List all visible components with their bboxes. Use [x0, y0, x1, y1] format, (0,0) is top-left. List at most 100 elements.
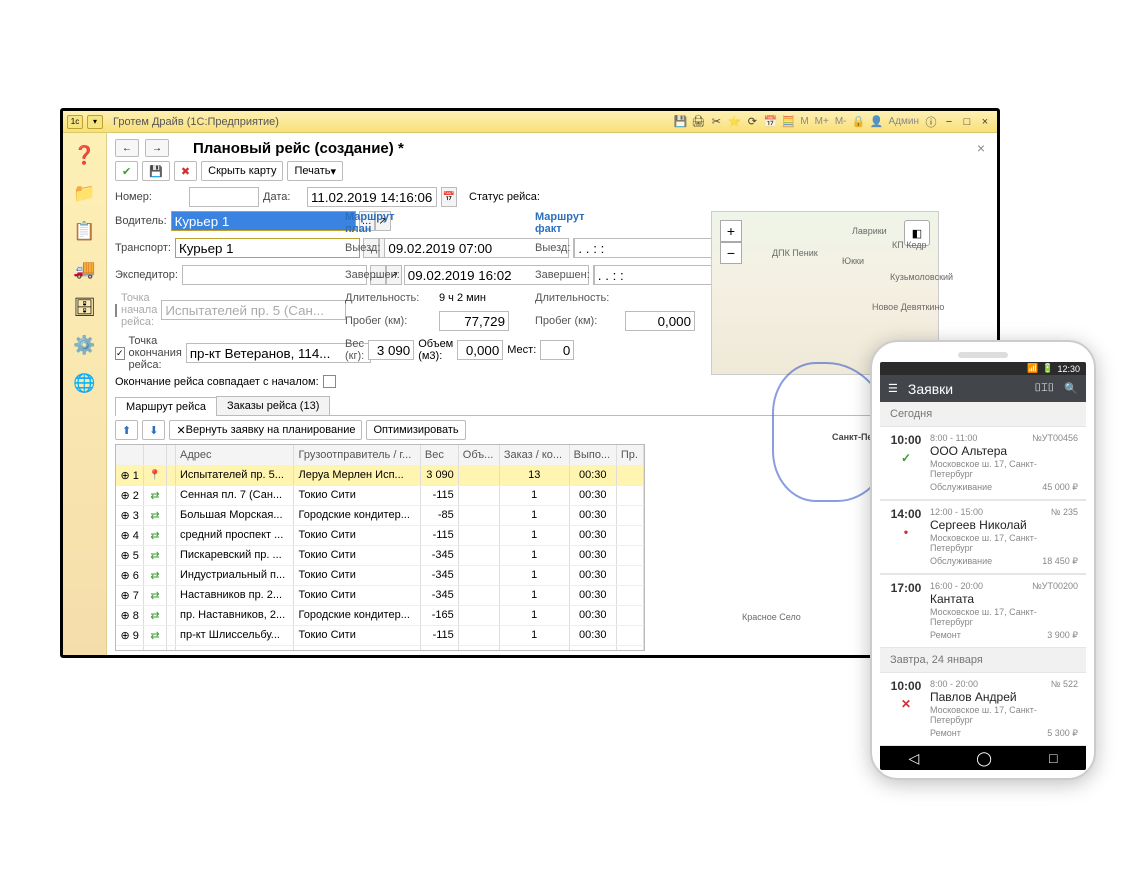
signal-icon: 📶: [1027, 363, 1038, 374]
number-field[interactable]: [189, 187, 259, 207]
request-card[interactable]: 10:00✓8:00 - 11:00№УТ00456ООО АльтераМос…: [880, 426, 1086, 500]
fact-mileage-field[interactable]: [625, 311, 695, 331]
start-point-field[interactable]: [161, 300, 346, 320]
request-card[interactable]: 17:0016:00 - 20:00№УТ00200КантатаМосковс…: [880, 574, 1086, 648]
table-row[interactable]: ⊕ 5⇄Пискаревский пр. ...Токио Сити-34510…: [116, 545, 644, 565]
refresh-icon[interactable]: ⟳: [744, 114, 760, 130]
nav-back-icon[interactable]: ◁: [909, 750, 920, 767]
route-arrow-icon: ⇄: [150, 490, 159, 502]
route-arrow-icon: ⇄: [150, 590, 159, 602]
route-table[interactable]: АдресГрузоотправитель / г...ВесОбъ...Зак…: [115, 444, 645, 651]
maximize-icon[interactable]: □: [959, 114, 975, 130]
table-row[interactable]: ⊕ 4⇄средний проспект ...Токио Сити-11510…: [116, 525, 644, 545]
table-header[interactable]: Выпо...: [569, 445, 616, 465]
nav-recent-icon[interactable]: □: [1049, 750, 1057, 766]
transport-field[interactable]: [175, 238, 360, 258]
nav-back-button[interactable]: ←: [115, 139, 139, 157]
calendar-icon[interactable]: 📅: [762, 114, 778, 130]
battery-icon: 🔋: [1042, 363, 1053, 374]
date-picker-icon[interactable]: 📅: [441, 187, 457, 207]
memory-m[interactable]: M: [798, 116, 810, 127]
table-header[interactable]: Объ...: [458, 445, 499, 465]
link-icon[interactable]: ⭐: [726, 114, 742, 130]
request-card[interactable]: 14:00•12:00 - 15:00№ 235Сергеев НиколайМ…: [880, 500, 1086, 574]
save-button[interactable]: 💾: [142, 161, 170, 181]
gear-icon[interactable]: ⚙️: [71, 331, 99, 359]
app-menu-button[interactable]: 1c: [67, 115, 83, 129]
table-row[interactable]: ⊕ 1⇄Славы пр. 15 (Сан...Городские кондит…: [116, 645, 644, 651]
status-icon: ✓: [901, 451, 911, 465]
phone-section-header: Сегодня: [880, 402, 1086, 426]
memory-mplus[interactable]: M+: [813, 116, 831, 127]
memory-mminus[interactable]: M-: [833, 116, 849, 127]
tab-orders[interactable]: Заказы рейса (13): [216, 396, 330, 415]
map-label: Юкки: [842, 256, 864, 266]
end-matches-start-checkbox[interactable]: [323, 375, 336, 388]
hamburger-icon[interactable]: ☰: [888, 382, 898, 395]
lock-icon[interactable]: 🔒: [851, 114, 867, 130]
app-dropdown-button[interactable]: ▾: [87, 115, 103, 129]
route-arrow-icon: ⇄: [150, 530, 159, 542]
close-tab-icon[interactable]: ×: [973, 140, 989, 156]
tab-route[interactable]: Маршрут рейса: [115, 397, 217, 416]
net-icon[interactable]: 🌐: [71, 369, 99, 397]
start-point-checkbox[interactable]: [115, 304, 117, 317]
date-field[interactable]: [307, 187, 437, 207]
driver-label: Водитель:: [115, 215, 167, 227]
table-header[interactable]: [116, 445, 144, 465]
truck-icon[interactable]: 🚚: [71, 255, 99, 283]
folder-icon[interactable]: 📁: [71, 179, 99, 207]
table-header[interactable]: [166, 445, 175, 465]
calc-icon[interactable]: 🧮: [780, 114, 796, 130]
plan-duration-value: 9 ч 2 мин: [439, 292, 486, 304]
fact-depart-label: Выезд:: [535, 242, 570, 254]
zoom-in-button[interactable]: +: [720, 220, 742, 242]
plan-weight-field[interactable]: [368, 340, 414, 360]
cut-icon[interactable]: ✂: [708, 114, 724, 130]
scan-icon[interactable]: ⌷⌶⌷: [1034, 382, 1054, 395]
close-window-icon[interactable]: ×: [977, 114, 993, 130]
map-label: КП Кедр: [892, 240, 927, 250]
table-row[interactable]: ⊕ 6⇄Индустриальный п...Токио Сити-345100…: [116, 565, 644, 585]
clipboard-icon[interactable]: 📋: [71, 217, 99, 245]
table-header[interactable]: Заказ / ко...: [499, 445, 569, 465]
print-button[interactable]: Печать ▾: [287, 161, 343, 181]
move-up-button[interactable]: ⬆: [115, 420, 138, 440]
plan-volume-field[interactable]: [457, 340, 503, 360]
nav-forward-button[interactable]: →: [145, 139, 169, 157]
table-row[interactable]: ⊕ 7⇄Наставников пр. 2...Токио Сити-34510…: [116, 585, 644, 605]
table-header[interactable]: Пр.: [616, 445, 643, 465]
optimize-button[interactable]: Оптимизировать: [366, 420, 465, 440]
expeditor-field[interactable]: [182, 265, 367, 285]
table-row[interactable]: ⊕ 1📍Испытателей пр. 5...Леруа Мерлен Исп…: [116, 465, 644, 485]
db-icon[interactable]: 🗄: [71, 293, 99, 321]
minimize-icon[interactable]: −: [941, 114, 957, 130]
info-icon[interactable]: ⓘ: [923, 114, 939, 130]
end-matches-start-label: Окончание рейса совпадает с началом:: [115, 376, 319, 388]
search-icon[interactable]: 🔍: [1064, 382, 1078, 395]
table-row[interactable]: ⊕ 3⇄Большая Морская...Городские кондитер…: [116, 505, 644, 525]
table-row[interactable]: ⊕ 2⇄Сенная пл. 7 (Сан...Токио Сити-11510…: [116, 485, 644, 505]
nav-home-icon[interactable]: ◯: [976, 750, 992, 767]
zoom-out-button[interactable]: −: [720, 242, 742, 264]
save-icon[interactable]: 💾: [672, 114, 688, 130]
table-header[interactable]: [144, 445, 166, 465]
hide-map-button[interactable]: Скрыть карту: [201, 161, 283, 181]
return-request-button[interactable]: ✕ Вернуть заявку на планирование: [169, 420, 362, 440]
plan-mileage-field[interactable]: [439, 311, 509, 331]
move-down-button[interactable]: ⬇: [142, 420, 165, 440]
end-point-field[interactable]: [186, 343, 371, 363]
table-row[interactable]: ⊕ 8⇄пр. Наставников, 2...Городские конди…: [116, 605, 644, 625]
driver-field[interactable]: [171, 211, 356, 231]
table-header[interactable]: Адрес: [176, 445, 294, 465]
delete-button[interactable]: ✖: [174, 161, 197, 181]
table-header[interactable]: Грузоотправитель / г...: [294, 445, 420, 465]
request-card[interactable]: 10:00✕8:00 - 20:00№ 522Павлов АндрейМоск…: [880, 672, 1086, 746]
help-icon[interactable]: ❓: [71, 141, 99, 169]
table-header[interactable]: Вес: [420, 445, 458, 465]
print-icon[interactable]: 🖨: [690, 114, 706, 130]
end-point-checkbox[interactable]: ✓: [115, 347, 125, 360]
titlebar: 1c ▾ Гротем Драйв (1С:Предприятие) 💾 🖨 ✂…: [63, 111, 997, 133]
table-row[interactable]: ⊕ 9⇄пр-кт Шлиссельбу...Токио Сити-115100…: [116, 625, 644, 645]
approve-button[interactable]: ✔: [115, 161, 138, 181]
